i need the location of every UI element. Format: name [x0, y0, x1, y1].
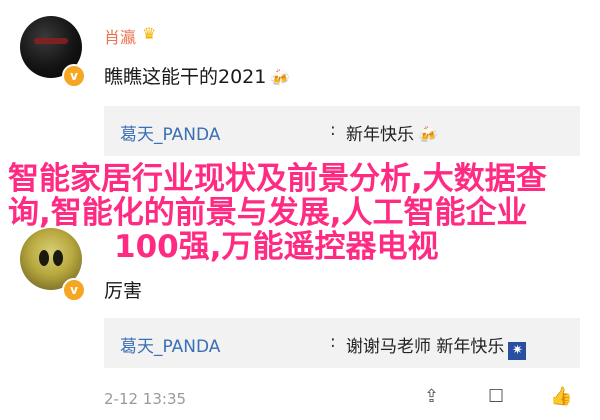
- like-icon[interactable]: 👍: [550, 386, 572, 407]
- share-icon[interactable]: ⇪: [424, 386, 439, 407]
- comment-icon[interactable]: ☐: [488, 386, 504, 407]
- crown-icon: ♛: [142, 24, 157, 43]
- sparkle-emoji-icon: ✷: [508, 342, 527, 360]
- reply-username[interactable]: 葛天_PANDA: [120, 332, 220, 357]
- avatar-eye: [53, 250, 63, 266]
- verified-icon: v: [62, 64, 86, 88]
- username-label[interactable]: 肖瀛: [104, 28, 136, 47]
- reply-text: 新年快乐 🍻: [346, 120, 438, 145]
- reply-separator: :: [330, 332, 336, 352]
- comment-item: v 肖瀛 ♛ 瞧瞧这能干的2021 🍻 葛天_PANDA : 新年快乐 🍻: [0, 0, 600, 210]
- reply-separator: :: [330, 120, 336, 140]
- username[interactable]: 肖瀛 ♛: [104, 24, 156, 48]
- reply-text-label: 谢谢马老师 新年快乐: [346, 337, 505, 357]
- comment-text-label: 瞧瞧这能干的2021: [104, 66, 267, 88]
- beer-emoji-icon: 🍻: [270, 68, 291, 87]
- comment-item: v 厉害 葛天_PANDA : 谢谢马老师 新年快乐 ✷ 2-12 13:35 ⇪…: [0, 210, 600, 420]
- verified-icon: v: [62, 278, 86, 302]
- reply-text-label: 新年快乐: [346, 125, 414, 145]
- reply-text: 谢谢马老师 新年快乐 ✷: [346, 332, 527, 360]
- beer-emoji-icon: 🍻: [418, 125, 438, 144]
- comment-text: 瞧瞧这能干的2021 🍻: [104, 62, 290, 89]
- reply-box[interactable]: 葛天_PANDA : 新年快乐 🍻: [104, 106, 580, 156]
- avatar-image: [34, 38, 68, 44]
- reply-box[interactable]: 葛天_PANDA : 谢谢马老师 新年快乐 ✷: [104, 318, 580, 368]
- timestamp: 2-12 13:35: [104, 390, 187, 408]
- comment-text: 厉害: [104, 276, 142, 303]
- reply-username[interactable]: 葛天_PANDA: [120, 120, 220, 145]
- comment-text-label: 厉害: [104, 280, 143, 302]
- avatar-eye: [39, 250, 49, 266]
